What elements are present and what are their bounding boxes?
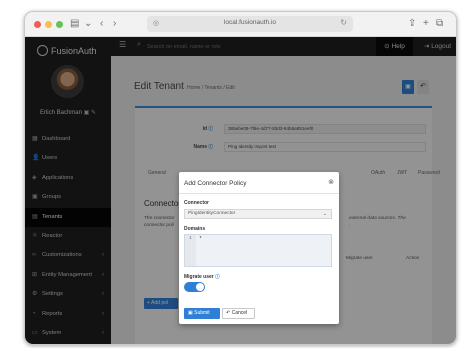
close-window-button[interactable] xyxy=(34,21,41,28)
info-icon: ⓘ xyxy=(215,274,220,279)
add-connector-policy-dialog: Add Connector Policy ⊗ Connector PingIde… xyxy=(179,172,339,324)
domains-label: Domains xyxy=(184,226,206,232)
cancel-button[interactable]: ↶ Cancel xyxy=(222,308,255,319)
line-number-gutter: 1 xyxy=(185,235,196,266)
reload-icon[interactable]: ↻ xyxy=(340,18,347,27)
domains-code[interactable]: * xyxy=(199,235,202,243)
browser-window: ▤ ⌄ ‹ › ◎ local.fusionauth.io ↻ ⇪ + ⧉ Fu… xyxy=(24,11,457,345)
forward-icon[interactable]: › xyxy=(113,17,116,31)
toggle-knob xyxy=(196,283,204,291)
tab-overview-icon[interactable]: ⧉ xyxy=(436,17,443,31)
migrate-user-label: Migrate user ⓘ xyxy=(184,274,220,280)
domains-editor[interactable]: 1 * xyxy=(184,234,332,267)
chevron-down-icon[interactable]: ⌄ xyxy=(84,17,92,31)
divider xyxy=(179,193,339,194)
new-tab-icon[interactable]: + xyxy=(423,17,429,31)
address-bar[interactable]: ◎ local.fusionauth.io ↻ xyxy=(147,16,353,32)
minimize-window-button[interactable] xyxy=(45,21,52,28)
connector-label: Connector xyxy=(184,200,209,206)
url-text: local.fusionauth.io xyxy=(223,19,277,26)
migrate-user-toggle[interactable] xyxy=(184,282,205,292)
submit-label: Submit xyxy=(194,310,210,316)
save-icon: ▣ xyxy=(188,310,193,316)
back-icon[interactable]: ‹ xyxy=(100,17,103,31)
chevron-down-icon: ⌄ xyxy=(322,211,327,217)
migrate-user-label-text: Migrate user xyxy=(184,274,214,280)
close-icon[interactable]: ⊗ xyxy=(328,178,334,186)
undo-icon: ↶ xyxy=(226,310,231,316)
browser-toolbar: ▤ ⌄ ‹ › ◎ local.fusionauth.io ↻ ⇪ + ⧉ xyxy=(25,12,456,37)
share-icon[interactable]: ⇪ xyxy=(408,17,416,31)
dialog-title: Add Connector Policy xyxy=(184,180,247,187)
zoom-window-button[interactable] xyxy=(56,21,63,28)
connector-select[interactable]: PingIdentityConnector ⌄ xyxy=(184,209,332,219)
connector-selected-value: PingIdentityConnector xyxy=(188,211,236,216)
sidebar-toggle-icon[interactable]: ▤ xyxy=(70,17,79,31)
app-root: FusionAuth Erlich Bachman ▣ ✎ ▦ Dashboard… xyxy=(25,37,456,344)
submit-button[interactable]: ▣ Submit xyxy=(184,308,220,319)
cancel-label: Cancel xyxy=(231,310,248,316)
